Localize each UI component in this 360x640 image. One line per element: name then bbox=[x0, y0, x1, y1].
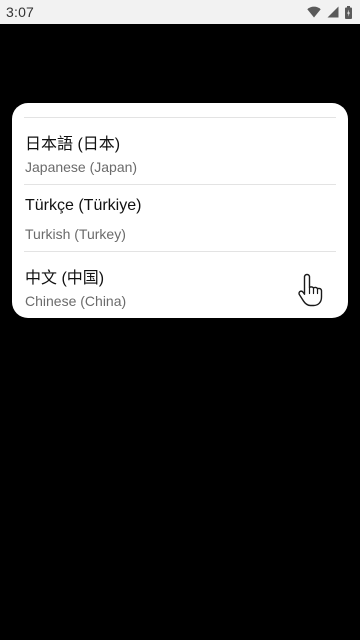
hand-pointer-icon bbox=[296, 272, 328, 308]
language-item-japanese[interactable]: 日本語 (日本) Japanese (Japan) bbox=[12, 118, 348, 184]
status-icons bbox=[307, 5, 352, 19]
language-item-turkish[interactable]: Türkçe (Türkiye) Turkish (Turkey) bbox=[12, 185, 348, 251]
language-english-name: Turkish (Turkey) bbox=[25, 226, 126, 242]
language-native-name: 中文 (中国) bbox=[25, 270, 105, 287]
language-native-name: Türkçe (Türkiye) bbox=[25, 197, 142, 214]
language-english-name: Japanese (Japan) bbox=[25, 159, 138, 175]
battery-icon bbox=[345, 5, 352, 19]
cell-signal-icon bbox=[327, 6, 339, 18]
status-time: 3:07 bbox=[6, 4, 35, 20]
status-bar: 3:07 bbox=[0, 0, 360, 24]
language-english-name: Chinese (China) bbox=[25, 293, 127, 309]
screen: 3:07 日本語 (日本) Japanese (Japan) Türkçe (T… bbox=[0, 0, 360, 640]
wifi-icon bbox=[307, 6, 321, 18]
language-native-name: 日本語 (日本) bbox=[25, 136, 121, 153]
